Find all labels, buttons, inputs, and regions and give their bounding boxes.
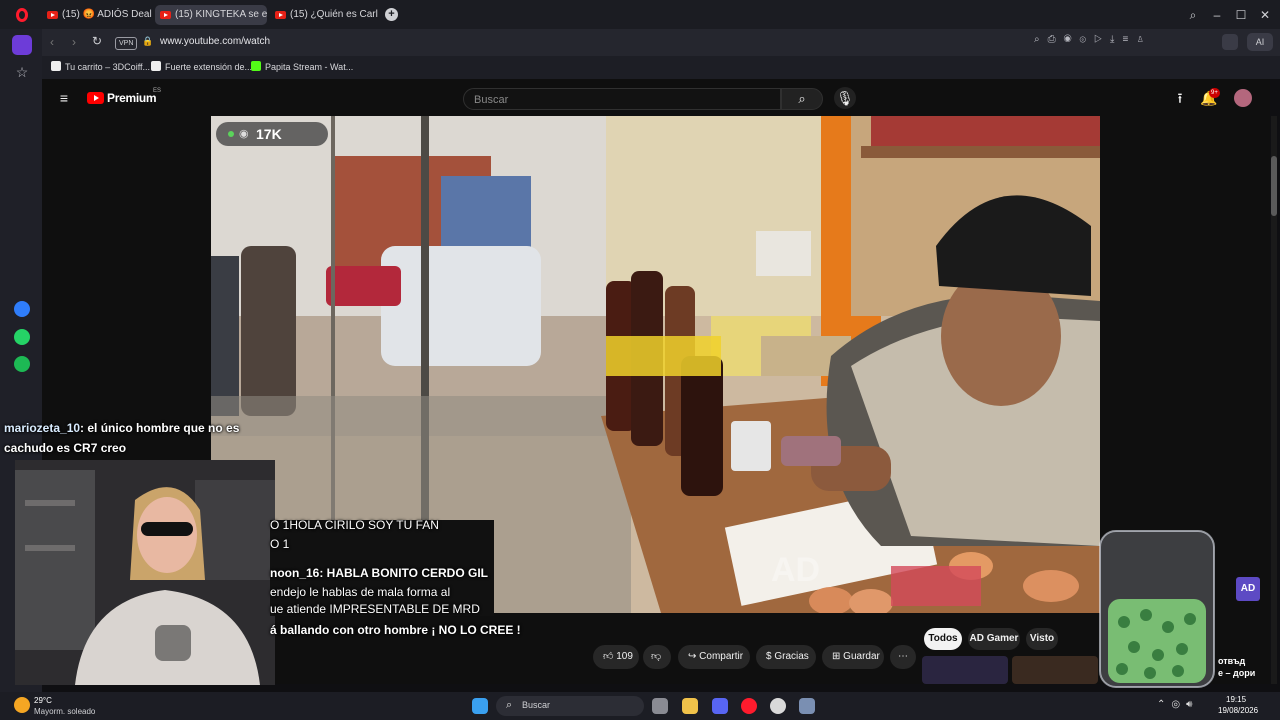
task-view-icon[interactable] [652,698,668,714]
kick-favicon-icon [251,61,261,71]
bookmark-2[interactable]: Fuerte extensión de... [151,60,252,75]
forward-icon[interactable]: › [72,35,76,49]
taskbar-search[interactable]: ⌕ Buscar [496,696,644,716]
weather-icon[interactable] [14,697,30,713]
search-button[interactable]: ⌕ [781,88,823,110]
ad-watermark-icon: AD [771,551,821,589]
bookmark-1[interactable]: Tu carrito – 3DCoiff... [51,60,150,75]
webcam-overlay [15,460,275,685]
ai-button[interactable]: AI [1247,33,1273,51]
bookmarks-bar: Tu carrito – 3DCoiff... Fuerte extensión… [42,56,1280,79]
recommended-thumbnail[interactable] [922,656,1008,684]
bookmark-3[interactable]: Papita Stream - Wat... [251,60,353,75]
close-window-button[interactable]: ✕ [1255,5,1275,25]
bookmarks-star-icon[interactable]: ☆ [12,62,32,82]
spotify-icon[interactable] [14,356,30,372]
tray-icons[interactable]: ⌃◎🔊︎ [1157,699,1198,710]
live-dot-icon [228,131,234,137]
opera-logo-icon[interactable] [16,8,28,22]
chat-line-1: O 1HOLA CIRILO SOY TU FAN [270,518,439,532]
weather-desc: Mayorm. soleado [34,707,96,716]
viewer-count-pill: ◉ 17K [216,122,328,146]
address-bar-row: ‹ › ↻ VPN 🔒 www.youtube.com/watch ⌕⎙◉⊚▷⤓… [42,29,1280,56]
dislike-button[interactable]: 👎︎ [643,645,671,669]
webcam-frame [15,460,275,685]
upload-icon[interactable]: ⭱ [1169,87,1191,109]
maximize-button[interactable]: ☐ [1231,5,1251,25]
back-icon[interactable]: ‹ [50,35,54,49]
reload-icon[interactable]: ↻ [92,34,102,48]
tab-1[interactable]: (15) 😡 ADIÓS Dealis ¡FE [42,5,152,25]
chat-line-3: noon_16: HABLA BONITO CERDO GIL [270,566,489,580]
chip-all[interactable]: Todos [924,628,962,650]
more-actions-button[interactable]: ⋯ [890,645,916,669]
youtube-header: ≡ Premium ES Buscar ⌕ 🎙 ⭱ 🔔 9+ [42,79,1270,116]
thanks-button[interactable]: $ Gracias [756,645,816,669]
weather-temp[interactable]: 29°C [34,696,52,705]
share-icon: ↪ [688,651,700,662]
clock-date[interactable]: 19/08/2026 [1218,706,1258,715]
voice-search-icon[interactable]: 🎙 [834,87,856,109]
toolbar-icons: ⌕⎙◉⊚▷⤓≡♙ [1034,34,1153,45]
like-button[interactable]: 👍︎ 109 [593,645,639,669]
messenger-icon[interactable] [14,301,30,317]
chat-line-4: endejo le hablas de mala forma al [270,585,451,599]
menu-icon[interactable]: ≡ [53,87,75,109]
search-input[interactable]: Buscar [463,88,781,110]
home-icon[interactable] [12,35,32,55]
recommended-thumbnail[interactable] [1012,656,1098,684]
vpn-badge[interactable]: VPN [115,37,138,50]
share-button[interactable]: ↪ Compartir [678,645,750,669]
search-icon: ⌕ [506,699,513,711]
bookmark-favicon-icon [151,61,161,71]
avatar[interactable] [1234,89,1252,107]
windows-taskbar: 29°C Mayorm. soleado ⌕ Buscar ⌃◎🔊︎ 19:15… [0,692,1280,720]
youtube-favicon-icon [47,11,58,19]
save-button[interactable]: ⊞ Guardar [822,645,884,669]
bookmark-favicon-icon [51,61,61,71]
notifications-badge: 9+ [1209,88,1220,98]
jar-overlay-icon [1094,527,1220,705]
recommended-title-fragment: отвъд [1218,656,1246,666]
chat-line-2: O 1 [270,537,290,551]
chat-message-top: mariozeta_10: el único hombre que no es [4,421,240,435]
extensions-icon[interactable] [1222,34,1238,50]
url-text[interactable]: www.youtube.com/watch [160,36,270,47]
chip-watched[interactable]: Visto [1026,628,1058,650]
clock-time[interactable]: 19:15 [1226,695,1246,704]
page-scrollbar[interactable] [1271,116,1277,684]
youtube-favicon-icon [275,11,286,19]
obs-icon[interactable] [770,698,786,714]
thumbs-up-icon: 👍︎ [603,651,617,662]
youtube-play-triangle-icon [94,95,99,101]
tab-bar: (15) 😡 ADIÓS Dealis ¡FE (15) KINGTEKA se… [0,0,1280,29]
opera-taskbar-icon[interactable] [741,698,757,714]
eye-icon: ◉ [239,128,249,140]
tab-3[interactable]: (15) ¿Quién es Carla Camp [270,5,378,25]
recommended-title-fragment: е – дори [1218,668,1256,678]
start-menu-icon[interactable] [472,698,488,714]
thumbs-down-icon: 👎︎ [651,651,662,662]
discord-icon[interactable] [712,698,728,714]
lock-icon: 🔒 [142,36,154,46]
tab-2-active[interactable]: (15) KINGTEKA se ente [155,5,267,25]
settings-gear-icon[interactable] [799,698,815,714]
whatsapp-icon[interactable] [14,329,30,345]
chip-ad-gamer[interactable]: AD Gamer [968,628,1020,650]
chat-line-5: ue atiende IMPRESENTABLE DE MRD [270,602,480,616]
tab-search-icon[interactable]: ⌕ [1183,5,1203,25]
new-tab-button[interactable]: + [385,8,398,21]
chat-message-top-cont: cachudo es CR7 creo [4,441,127,455]
minimize-button[interactable]: – [1207,5,1227,25]
channel-badge: AD [1236,577,1260,601]
chat-line-6: á ballando con otro hombre ¡ NO LO CREE … [270,623,521,637]
scrollbar-thumb[interactable] [1271,156,1277,216]
youtube-favicon-icon [160,11,171,19]
file-explorer-icon[interactable] [682,698,698,714]
bookmark-icon: ⊞ [832,651,844,662]
